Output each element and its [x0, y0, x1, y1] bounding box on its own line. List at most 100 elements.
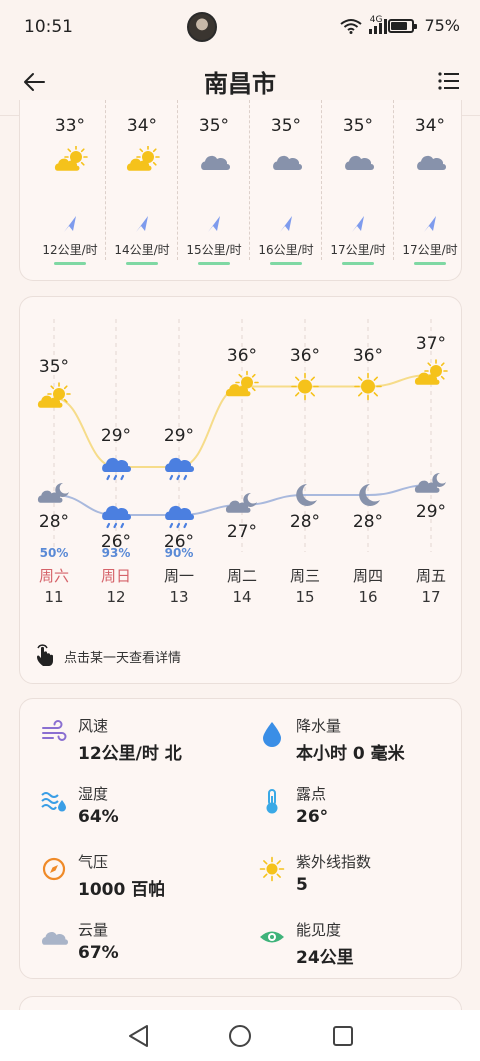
detail-item: 降水量 本小时 0 毫米 — [258, 715, 461, 769]
hourly-column[interactable]: 34° 17公里/时 — [394, 100, 461, 280]
wind-level-bar — [270, 262, 302, 265]
raindrop-icon — [263, 722, 281, 747]
hourly-wind-speed: 12公里/时 — [42, 243, 98, 257]
detail-item: 湿度 64% — [40, 783, 250, 837]
wind-icon — [42, 720, 67, 741]
hourly-divider — [393, 100, 394, 260]
wind-direction-icon — [280, 216, 292, 232]
page-title: 南昌市 — [204, 70, 276, 98]
detail-value: 本小时 0 毫米 — [296, 744, 405, 764]
detail-label: 云量 — [78, 921, 109, 939]
eye-icon — [260, 931, 284, 943]
status-time: 10:51 — [24, 17, 73, 37]
cloudy-icon — [201, 155, 230, 170]
avatar — [187, 12, 217, 42]
daily-hint: 点击某一天查看详情 — [34, 643, 181, 669]
detail-value: 1000 百帕 — [78, 880, 166, 900]
humidity-icon — [41, 792, 66, 812]
hourly-divider — [177, 100, 178, 260]
hourly-divider — [321, 100, 322, 260]
cloudy-icon — [417, 155, 446, 170]
hourly-divider — [105, 100, 106, 260]
detail-item: 能见度 24公里 — [258, 919, 461, 973]
hourly-column[interactable]: 35° 15公里/时 — [178, 100, 250, 280]
daily-column-16[interactable] — [337, 317, 399, 617]
hourly-temp: 34° — [414, 116, 446, 136]
hourly-column[interactable]: 34° 14公里/时 — [106, 100, 178, 280]
detail-value: 67% — [78, 943, 119, 963]
wind-direction-icon — [64, 216, 76, 232]
detail-label: 气压 — [78, 853, 109, 871]
detail-item: 露点 26° — [258, 783, 461, 837]
daily-forecast-card[interactable]: 点击某一天查看详情 35° 28° 50% 周六 11 29° 26° 93% 周日 12 29° 2… — [19, 296, 462, 684]
detail-item: 紫外线指数 5 — [258, 851, 461, 905]
detail-value: 5 — [296, 875, 308, 895]
hourly-wind-speed: 14公里/时 — [114, 243, 170, 257]
detail-item: 气压 1000 百帕 — [40, 851, 250, 905]
tap-hand-icon — [37, 644, 53, 666]
detail-label: 能见度 — [296, 921, 342, 939]
nav-recents-icon[interactable] — [329, 1022, 357, 1050]
hourly-temp: 34° — [126, 116, 158, 136]
sunny-cloudy-icon — [126, 146, 160, 171]
menu-list-icon[interactable] — [436, 68, 462, 94]
nav-home-icon[interactable] — [226, 1022, 254, 1050]
wind-level-bar — [126, 262, 158, 265]
back-arrow-icon[interactable] — [18, 66, 50, 98]
detail-label: 露点 — [296, 785, 327, 803]
detail-value: 64% — [78, 807, 119, 827]
daily-column-13[interactable] — [148, 317, 210, 617]
wind-direction-icon — [424, 216, 436, 232]
detail-item: 云量 67% — [40, 919, 250, 973]
hourly-temp: 35° — [270, 116, 302, 136]
navigation-bar — [0, 1010, 480, 1061]
hourly-wind-speed: 15公里/时 — [186, 243, 242, 257]
wind-level-bar — [54, 262, 86, 265]
detail-label: 紫外线指数 — [296, 853, 372, 871]
weather-details-card: 风速 12公里/时 北 降水量 本小时 0 毫米 湿度 64% 露点 26° 气… — [19, 698, 462, 979]
daily-column-14[interactable] — [211, 317, 273, 617]
battery-percent: 75% — [424, 16, 460, 35]
thermometer-icon — [266, 789, 278, 814]
status-bar: 10:51 4G 75% — [0, 0, 480, 52]
daily-column-12[interactable] — [85, 317, 147, 617]
hourly-temp: 35° — [198, 116, 230, 136]
hourly-column[interactable]: 35° 16公里/时 — [250, 100, 322, 280]
compass-icon — [42, 857, 66, 881]
detail-item: 风速 12公里/时 北 — [40, 715, 250, 769]
battery-icon — [388, 18, 418, 33]
network-type: 4G — [369, 14, 383, 25]
daily-column-15[interactable] — [274, 317, 336, 617]
daily-column-17[interactable] — [400, 317, 461, 617]
sun-icon — [259, 856, 285, 882]
detail-value: 12公里/时 北 — [78, 744, 182, 764]
detail-label: 湿度 — [78, 785, 109, 803]
nav-back-icon[interactable] — [125, 1022, 153, 1050]
wind-level-bar — [342, 262, 374, 265]
detail-label: 风速 — [78, 717, 109, 735]
hourly-temp: 35° — [342, 116, 374, 136]
hourly-column[interactable]: 33° 12公里/时 — [34, 100, 106, 280]
hourly-wind-speed: 16公里/时 — [258, 243, 314, 257]
detail-label: 降水量 — [296, 717, 342, 735]
hourly-temp: 33° — [54, 116, 86, 136]
hourly-wind-speed: 17公里/时 — [330, 243, 386, 257]
hourly-divider — [249, 100, 250, 260]
detail-value: 26° — [296, 807, 329, 827]
cloudy-icon — [345, 155, 374, 170]
hourly-forecast-card[interactable]: 33° 12公里/时 34° 14公里/时 35° 15公里/时 35° 16公… — [19, 100, 462, 281]
wind-direction-icon — [208, 216, 220, 232]
hourly-column[interactable]: 35° 17公里/时 — [322, 100, 394, 280]
wind-level-bar — [414, 262, 446, 265]
hourly-wind-speed: 17公里/时 — [402, 243, 458, 257]
wind-direction-icon — [352, 216, 364, 232]
cloudy-icon — [273, 155, 302, 170]
hint-label: 点击某一天查看详情 — [64, 650, 182, 666]
daily-column-11[interactable] — [23, 317, 85, 617]
wind-direction-icon — [136, 216, 148, 232]
wifi-icon — [340, 18, 362, 34]
cloud-icon — [42, 932, 68, 945]
detail-value: 24公里 — [296, 948, 354, 968]
wind-level-bar — [198, 262, 230, 265]
sunny-cloudy-icon — [54, 146, 88, 171]
